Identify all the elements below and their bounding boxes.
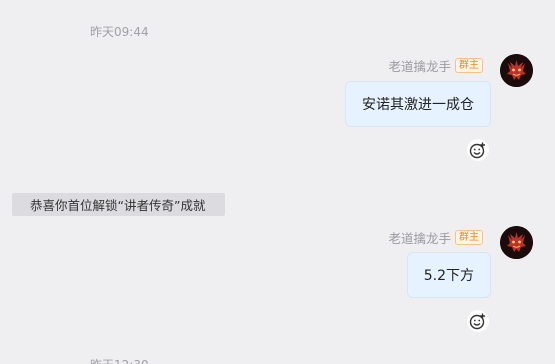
system-notice: 恭喜你首位解锁“讲者传奇”成就	[12, 193, 225, 216]
sender-name[interactable]: 老道擒龙手	[388, 56, 451, 75]
avatar[interactable]	[500, 54, 533, 87]
message-text: 安诺其激进一成仓	[362, 97, 474, 113]
owner-badge: 群主	[455, 58, 483, 73]
timestamp: 昨天12:30	[90, 356, 149, 364]
add-reaction-button[interactable]	[467, 310, 489, 332]
owner-badge: 群主	[455, 230, 483, 245]
notice-text: 恭喜你首位解锁“讲者传奇”成就	[30, 198, 206, 213]
message-text: 5.2下方	[423, 268, 474, 284]
add-reaction-button[interactable]	[467, 139, 489, 161]
dragon-avatar-icon	[500, 226, 533, 259]
message-header: 老道擒龙手 群主	[388, 228, 483, 247]
sender-name[interactable]: 老道擒龙手	[388, 228, 451, 247]
avatar[interactable]	[500, 226, 533, 259]
message-bubble[interactable]: 5.2下方	[406, 252, 491, 298]
timestamp: 昨天09:44	[90, 25, 149, 39]
dragon-avatar-icon	[500, 54, 533, 87]
emoji-add-icon	[469, 142, 485, 159]
message-header: 老道擒龙手 群主	[388, 56, 483, 75]
message-bubble[interactable]: 安诺其激进一成仓	[345, 81, 491, 127]
emoji-add-icon	[469, 313, 485, 330]
